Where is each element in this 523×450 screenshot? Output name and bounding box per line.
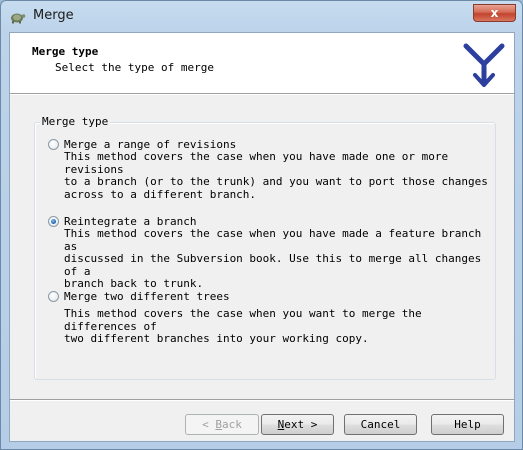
- footer-separator-highlight: [10, 400, 514, 401]
- radio-range-of-revisions[interactable]: [48, 139, 59, 150]
- back-button-accel: B: [215, 418, 222, 431]
- radio-reintegrate-branch[interactable]: [48, 216, 59, 227]
- merge-dialog-window: Merge x Merge type Select the type of me…: [0, 0, 523, 450]
- merge-logo-icon: [463, 43, 505, 87]
- close-icon: x: [490, 6, 499, 20]
- header-separator-highlight: [10, 94, 514, 95]
- page-subtitle: Select the type of merge: [55, 61, 214, 74]
- group-label: Merge type: [40, 115, 111, 128]
- page-title: Merge type: [32, 45, 99, 58]
- back-button-rest: ack: [222, 418, 242, 431]
- option-description: This method covers the case when you wan…: [64, 307, 422, 345]
- back-button-prefix: <: [202, 418, 216, 431]
- option-label[interactable]: Merge two different trees: [64, 290, 230, 303]
- title-bar[interactable]: Merge x: [1, 1, 522, 33]
- window-title: Merge: [33, 8, 74, 23]
- next-button[interactable]: Next >: [261, 414, 334, 435]
- back-button[interactable]: < Back: [185, 414, 259, 435]
- close-button[interactable]: x: [473, 4, 516, 22]
- dialog-client-area: Merge type Select the type of merge Merg…: [9, 32, 515, 442]
- next-button-rest: ext >: [284, 418, 318, 431]
- help-button-label: Help: [454, 418, 481, 431]
- radio-two-different-trees[interactable]: [48, 291, 59, 302]
- option-description: This method covers the case when you hav…: [64, 227, 482, 290]
- wizard-header: Merge type Select the type of merge: [10, 33, 514, 93]
- tortoise-icon: [11, 13, 26, 24]
- help-button[interactable]: Help: [431, 414, 504, 435]
- cancel-button[interactable]: Cancel: [344, 414, 417, 435]
- cancel-button-label: Cancel: [360, 418, 401, 431]
- option-description: This method covers the case when you hav…: [64, 150, 488, 201]
